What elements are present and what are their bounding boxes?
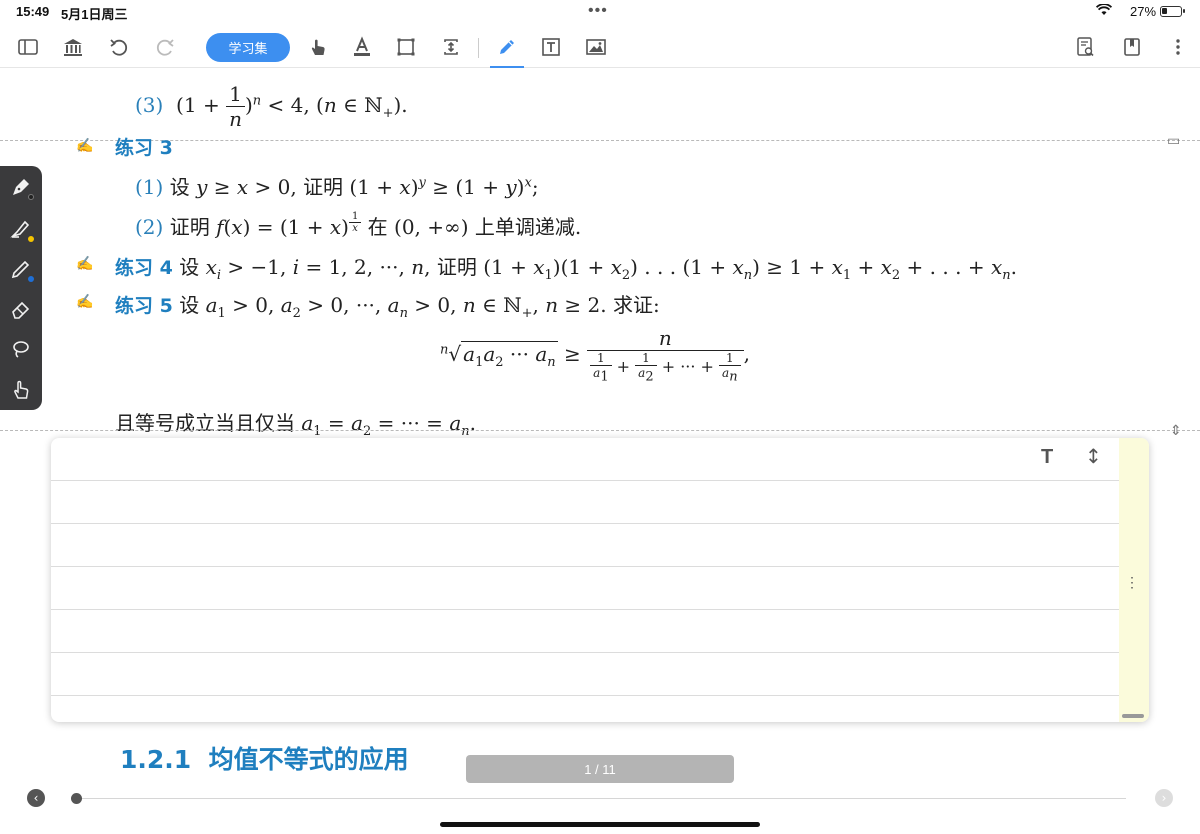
crop-icon[interactable] [391, 32, 421, 62]
bookmark-icon[interactable] [1117, 32, 1147, 62]
exercise-5-title: 练习 5 [115, 295, 173, 317]
ex4-formula1: xi > −1, i = 1, 2, ···, n, [205, 255, 431, 283]
sidebar-icon[interactable] [13, 32, 43, 62]
textbox-icon[interactable] [536, 32, 566, 62]
ex3-item-2-text2: 在 [367, 215, 388, 239]
ex3-item-1-formula1: y ≥ x > 0, [196, 175, 297, 199]
section-title: 均值不等式的应用 [208, 745, 409, 774]
ex3-item-2-formula2: (0, +∞) [394, 215, 469, 239]
exercise-4-title: 练习 4 [115, 257, 173, 279]
ruled-line [51, 523, 1119, 524]
study-set-button[interactable]: 学习集 [206, 33, 290, 62]
pen-color-dot [28, 194, 34, 200]
lasso-icon[interactable] [6, 334, 36, 364]
ex5-text1: 设 [179, 293, 200, 317]
ruled-line [51, 652, 1119, 653]
next-page-icon[interactable]: › [1155, 789, 1173, 807]
ex3-item-2-label: (2) [135, 215, 164, 239]
item-3-label: (3) [135, 93, 164, 117]
annotation-pen-icon[interactable]: ✍ [76, 256, 98, 272]
library-icon[interactable] [58, 32, 88, 62]
text-highlight-icon[interactable] [347, 32, 377, 62]
ex3-item-1-formula2: (1 + x)y ≥ (1 + y)x; [349, 175, 539, 199]
redo-icon[interactable] [150, 32, 180, 62]
note-card[interactable]: T ↕ ⋮ [51, 438, 1149, 722]
exercise-5-line: 练习 5 设 a1 > 0, a2 > 0, ···, an > 0, n ∈ … [115, 289, 660, 321]
exercise-4-line: 练习 4 设 xi > −1, i = 1, 2, ···, n, 证明 (1 … [115, 251, 1017, 283]
equality-formula: a1 = a2 = ··· = an. [301, 411, 476, 439]
ex3-item-2-text3: 上单调递减. [474, 215, 582, 239]
battery-percent: 27% [1130, 4, 1157, 19]
home-indicator[interactable] [440, 822, 760, 827]
ruled-line [51, 480, 1119, 481]
expand-icon[interactable] [436, 32, 466, 62]
block-divider [0, 140, 1200, 141]
ex3-item-1: (1) 设 y ≥ x > 0, 证明 (1 + x)y ≥ (1 + y)x; [135, 171, 539, 200]
ex4-formula2: (1 + x1)(1 + x2) . . . (1 + xn) ≥ 1 + x1… [483, 255, 1017, 283]
item-3-formula: (1 + 1 n)n < 4, (n ∈ ℕ+). [169, 82, 408, 131]
undo-icon[interactable] [104, 32, 134, 62]
image-icon[interactable] [581, 32, 611, 62]
top-toolbar: 学习集 [0, 28, 1200, 68]
text-format-icon[interactable]: T [1041, 446, 1053, 469]
active-tool-indicator [490, 66, 524, 68]
exercise-3-title: 练习 3 [115, 137, 173, 159]
eraser-icon[interactable] [6, 294, 36, 324]
status-date: 5月1日周三 [61, 7, 128, 22]
search-doc-icon[interactable] [1070, 32, 1100, 62]
page-scrubber-track[interactable] [76, 798, 1126, 799]
item-3-line: (3) (1 + 1 n)n < 4, (n ∈ ℕ+). [135, 82, 408, 131]
highlighter-color-dot [28, 236, 34, 242]
hand-icon[interactable] [303, 32, 333, 62]
annotation-pen-icon[interactable]: ✍ [76, 294, 98, 310]
note-more-icon[interactable]: ⋮ [1125, 574, 1139, 591]
multitask-dots-icon[interactable]: ••• [588, 2, 608, 20]
ex3-item-1-label: (1) [135, 175, 164, 199]
pencil-color-dot [28, 276, 34, 282]
ex4-text1: 设 [179, 255, 200, 279]
collapse-block-icon[interactable]: ▭ [1167, 133, 1180, 149]
ex3-item-2: (2) 证明 f(x) = (1 + x) 1 x 在 (0, +∞) 上单调递减. [135, 211, 581, 240]
page-scrubber-handle[interactable] [71, 793, 82, 804]
annotation-pen-icon[interactable]: ✍ [76, 138, 98, 154]
ex5-text2: 求证: [613, 293, 660, 317]
touch-hand-icon[interactable] [6, 374, 36, 404]
status-time: 15:49 [16, 4, 50, 19]
ex5-display-formula: n√ a1a2 ··· an ≥ n 1 a1 + 1 a2 + ··· + 1 an, [440, 326, 750, 385]
ex5-formula1: a1 > 0, a2 > 0, ···, an > 0, n ∈ ℕ+, n ≥… [205, 293, 607, 321]
ex3-item-1-text1: 设 [169, 175, 190, 199]
resize-grip-icon[interactable] [1122, 714, 1144, 718]
resize-block-icon[interactable]: ⇕ [1170, 423, 1182, 439]
page-indicator: 1 / 11 [466, 755, 734, 783]
ex4-text2: 证明 [436, 255, 477, 279]
toolbar-divider [478, 38, 479, 58]
ruled-line [51, 695, 1119, 696]
equality-text: 且等号成立当且仅当 [115, 411, 295, 435]
previous-page-icon[interactable]: ‹ [27, 789, 45, 807]
ruled-line [51, 609, 1119, 610]
block-divider [0, 430, 1200, 431]
ex3-item-1-text2: 证明 [303, 175, 344, 199]
pen-tool-palette [0, 166, 42, 410]
equality-condition-line: 且等号成立当且仅当 a1 = a2 = ··· = an. [115, 407, 476, 439]
section-number: 1.2.1 [120, 745, 192, 774]
pen-icon[interactable] [492, 32, 522, 62]
section-heading: 1.2.1 均值不等式的应用 [120, 740, 409, 776]
more-icon[interactable] [1163, 32, 1193, 62]
vertical-resize-icon[interactable]: ↕ [1085, 444, 1102, 468]
ex3-item-2-formula1: f(x) = (1 + x) 1 x [216, 211, 362, 239]
ruled-line [51, 566, 1119, 567]
ex3-item-2-text1: 证明 [169, 215, 210, 239]
battery-icon [1160, 6, 1185, 17]
status-bar: 15:49 5月1日周三 ••• 27% [0, 0, 1200, 24]
wifi-icon [1095, 3, 1113, 19]
